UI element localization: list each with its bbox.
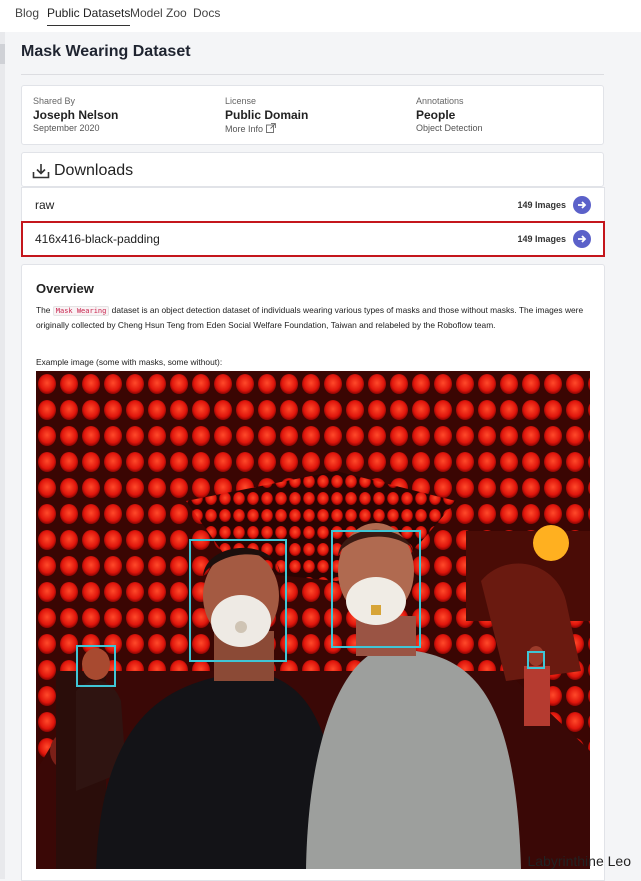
meta-shared-by-label: Shared By [33,96,76,106]
meta-annotations-value: People [416,108,456,122]
download-row-raw[interactable]: raw 149 Images [21,187,605,223]
meta-annotations-type: Object Detection [416,123,483,133]
download-row-416x416-black-padding[interactable]: 416x416-black-padding 149 Images [21,221,605,257]
arrow-right-circle-icon[interactable] [573,196,591,214]
download-name: 416x416-black-padding [35,232,160,246]
download-icon [32,164,50,179]
meta-more-info-link[interactable]: More Info [225,123,308,134]
left-sidebar-marker [0,44,5,64]
overview-title: Overview [36,281,94,296]
example-image [36,371,590,869]
nav-model-zoo[interactable]: Model Zoo [130,6,187,20]
example-image-caption: Example image (some with masks, some wit… [36,357,223,367]
overview-card: Overview The Mask Wearing dataset is an … [21,264,605,881]
dataset-code-tag: Mask Wearing [52,306,110,316]
watermark: Labyrinthine Leo [527,853,631,869]
download-count: 149 Images [517,200,566,210]
meta-license-value: Public Domain [225,108,309,122]
meta-annotations: Annotations People Object Detection [416,96,483,133]
overview-description: The Mask Wearing dataset is an object de… [36,303,592,332]
page-title: Mask Wearing Dataset [21,43,191,60]
meta-shared-by: Shared By Joseph Nelson September 2020 [33,96,118,133]
external-link-icon [265,123,276,133]
download-count: 149 Images [517,234,566,244]
dataset-meta-card: Shared By Joseph Nelson September 2020 L… [21,85,604,145]
download-name: raw [35,198,55,212]
overview-text-rest: dataset is an object detection dataset o… [36,305,584,330]
meta-shared-by-value: Joseph Nelson [33,108,119,122]
arrow-right-circle-icon[interactable] [573,230,591,248]
downloads-heading: Downloads [32,162,133,180]
nav-docs[interactable]: Docs [193,6,220,20]
left-sidebar-edge [0,32,5,879]
top-nav: Blog Public Datasets Model Zoo Docs [0,0,641,32]
meta-more-info-label: More Info [225,124,264,134]
nav-public-datasets[interactable]: Public Datasets [47,6,131,26]
title-divider [21,74,604,75]
overview-text-start: The [36,305,53,315]
example-image-illustration [36,371,590,869]
meta-license-label: License [225,96,257,106]
nav-blog[interactable]: Blog [15,6,39,20]
meta-annotations-label: Annotations [416,96,464,106]
meta-shared-date: September 2020 [33,123,100,133]
downloads-title: Downloads [54,162,134,179]
meta-license: License Public Domain More Info [225,96,308,134]
